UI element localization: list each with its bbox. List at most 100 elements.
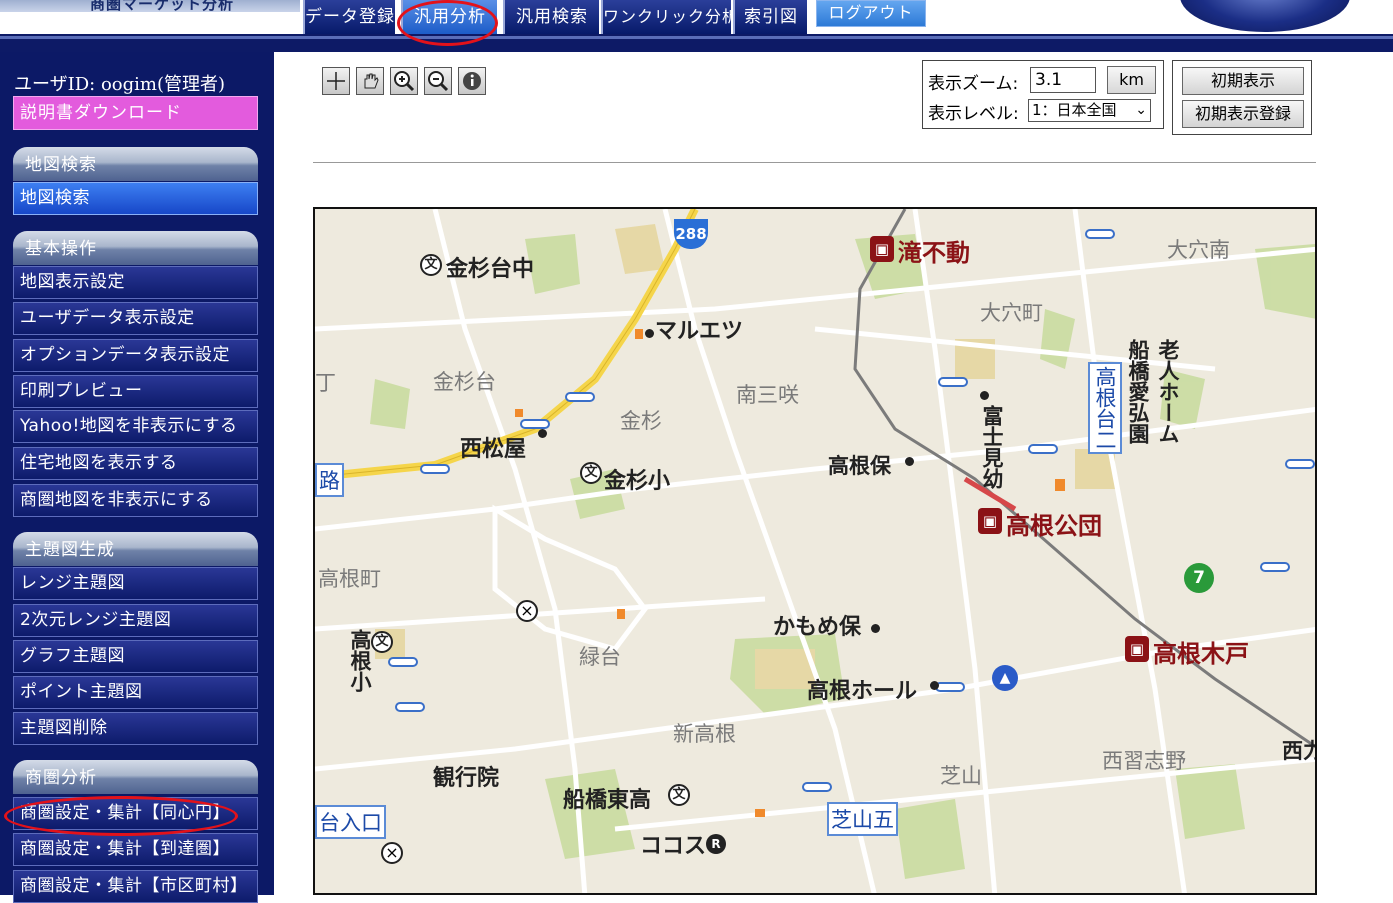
user-id-label: ユーザID: oogim(管理者) [14,74,226,95]
sidebar-item-graph-thematic[interactable]: グラフ主題図 [13,640,258,673]
map-label: 金杉小 [604,469,671,494]
sidebar-item-delete-thematic[interactable]: 主題図削除 [13,712,258,745]
map-label: 大穴南 [1167,238,1230,262]
sidebar-item-user-data-display[interactable]: ユーザデータ表示設定 [13,302,258,335]
highlight-circle-tab [397,0,498,46]
poi-dot [871,624,880,633]
tab-general-search[interactable]: 汎用検索 [503,0,599,34]
map-label-road: 芝山五 [827,802,898,836]
initial-view-panel: 初期表示 初期表示登録 [1172,60,1312,135]
zoom-in-icon[interactable] [390,67,418,95]
interchange-icon [520,419,550,429]
map-label: ココス [640,834,707,859]
interchange-icon [395,702,425,712]
zoom-control-panel: 表示ズーム: km 表示レベル: 1：日本全国 ⌄ [922,60,1164,129]
map-label: 高根保 [828,454,891,478]
interchange-icon [802,782,832,792]
map-label-vertical: 高根小 [348,629,372,692]
sidebar-item-point-thematic[interactable]: ポイント主題図 [13,676,258,709]
sidebar-item-hide-yahoo-map[interactable]: Yahoo!地図を非表示にする [13,410,258,443]
map-label-road: 台入口 [315,805,386,839]
sidebar-item-print-preview[interactable]: 印刷プレビュー [13,375,258,408]
map-label: 緑台 [579,645,621,669]
section-basic-operations: 基本操作 [13,231,258,265]
logout-button[interactable]: ログアウト [816,0,926,27]
school-icon: 文 [580,462,602,484]
map-label: 南三咲 [736,383,799,407]
initial-view-button[interactable]: 初期表示 [1182,67,1304,95]
interchange-icon [935,682,965,692]
map-label: 芝山 [940,764,982,788]
map-label: 金杉台中 [446,257,535,282]
interchange-icon [1285,459,1315,469]
poi-dot [980,391,989,400]
section-trade-area-analysis: 商圏分析 [13,760,258,794]
crosshair-icon[interactable] [322,67,350,95]
interchange-icon [1085,229,1115,239]
station-label: 滝不動 [898,239,970,267]
section-thematic-map: 主題図生成 [13,532,258,566]
sidebar-item-show-residential-map[interactable]: 住宅地図を表示する [13,447,258,480]
convenience-store-icon: 7 [1184,563,1214,593]
interchange-icon [1028,444,1058,454]
route-shield: 288 [674,219,708,249]
info-icon[interactable] [458,67,486,95]
sidebar-item-2d-range-thematic[interactable]: 2次元レンジ主題図 [13,604,258,637]
station-label: 高根木戸 [1153,640,1249,668]
school-icon: 文 [668,784,690,806]
interchange-icon [938,377,968,387]
map-label: 丁 [315,371,336,395]
sidebar-item-reach-area[interactable]: 商圏設定・集計【到達圏】 [13,833,258,866]
manual-download-button[interactable]: 説明書ダウンロード [13,96,258,130]
interchange-icon [565,392,595,402]
interchange-icon [388,657,418,667]
display-level-select[interactable]: 1：日本全国 ⌄ [1028,99,1151,122]
map-view[interactable]: 288 文 金杉台中 マルエツ ▣ 滝不動 大穴南 大穴町 老人ホーム 船橋愛弘… [313,207,1317,895]
map-label: 大穴町 [980,301,1043,325]
app-header: 商圏マーケット分析 データ登録 汎用分析 汎用検索 ワンクリック分析 索引図 ロ… [0,0,1393,52]
map-label: 金杉台 [433,370,496,394]
level-label: 表示レベル: [928,104,1019,124]
map-label: 新高根 [673,722,736,746]
sidebar-item-map-display-settings[interactable]: 地図表示設定 [13,266,258,299]
zoom-out-icon[interactable] [424,67,452,95]
school-icon: 文 [420,254,442,276]
map-label-vertical: 富士見幼 [980,405,1004,489]
header-caption-bar: 商圏マーケット分析 [0,0,300,13]
post-office-icon: ▲ [992,665,1018,691]
map-label: マルエツ [655,319,744,344]
tab-index-map[interactable]: 索引図 [733,0,807,34]
map-label: 高根ホール [807,679,918,704]
map-label-vertical: 老人ホーム [1156,339,1180,444]
sidebar-item-municipality[interactable]: 商圏設定・集計【市区町村】 [13,870,258,903]
header-logo-orb [1180,0,1350,32]
map-background [315,209,1315,893]
zoom-label: 表示ズーム: [928,74,1019,94]
tab-one-click-analysis[interactable]: ワンクリック分析 [601,0,738,34]
map-label: 船橋東高 [563,788,652,813]
map-label: 西習志野 [1102,749,1186,773]
interchange-icon [420,464,450,474]
km-button[interactable]: km [1107,66,1156,94]
sidebar-item-hide-trade-area-map[interactable]: 商圏地図を非表示にする [13,484,258,517]
station-icon: ▣ [1125,636,1149,662]
sidebar-item-map-search[interactable]: 地図検索 [13,182,258,215]
interchange-icon [1260,562,1290,572]
pan-hand-icon[interactable] [356,67,384,95]
police-icon: × [381,842,403,864]
poi-dot [905,457,914,466]
map-label-vertical: 船橋愛弘園 [1126,339,1150,444]
station-label: 高根公団 [1006,512,1102,540]
register-initial-view-button[interactable]: 初期表示登録 [1182,100,1304,128]
chevron-down-icon: ⌄ [1135,102,1147,118]
zoom-input[interactable] [1030,67,1096,93]
map-label: 西松屋 [460,437,527,462]
map-label: 金杉 [620,409,662,433]
poi-dot [645,329,654,338]
sidebar-item-range-thematic[interactable]: レンジ主題図 [13,567,258,600]
police-icon: × [516,600,538,622]
tab-data-registration[interactable]: データ登録 [303,0,395,34]
map-label-road: 高根台二 [1088,362,1122,454]
restaurant-icon: R [706,834,726,854]
sidebar-item-option-data-display[interactable]: オプションデータ表示設定 [13,339,258,372]
